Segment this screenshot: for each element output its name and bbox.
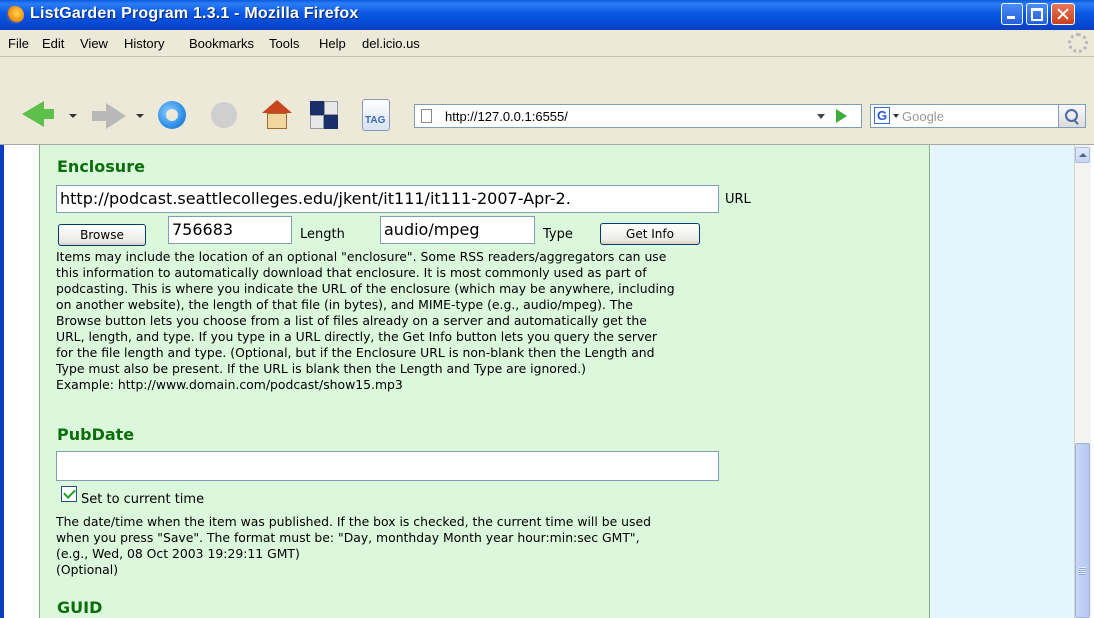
url-dropdown-icon[interactable] [817, 114, 825, 119]
navigation-toolbar [0, 57, 1094, 145]
back-arrow-tail[interactable] [40, 109, 54, 119]
length-field[interactable]: 756683 [168, 216, 292, 244]
search-engine-icon[interactable]: G [874, 107, 890, 124]
stop-icon [211, 102, 237, 128]
window-left-border [0, 145, 4, 618]
close-button[interactable] [1051, 3, 1075, 25]
pubdate-field[interactable] [56, 451, 719, 481]
enclosure-url-field[interactable]: http://podcast.seattlecolleges.edu/jkent… [56, 185, 719, 213]
maximize-button[interactable] [1026, 3, 1048, 25]
home-icon[interactable] [262, 100, 292, 130]
search-bar[interactable]: G Google [870, 104, 1086, 128]
go-arrow-icon[interactable] [836, 109, 847, 123]
menu-delicious[interactable]: del.icio.us [362, 36, 420, 51]
guid-heading: GUID [57, 598, 103, 617]
set-current-time-checkbox[interactable] [61, 486, 77, 502]
forward-arrow-tail [92, 111, 106, 121]
enclosure-heading: Enclosure [57, 157, 145, 176]
search-magnifier-icon[interactable] [1058, 104, 1086, 128]
url-bar[interactable]: http://127.0.0.1:6555/ [414, 104, 862, 128]
menu-bar: File Edit View History Bookmarks Tools H… [0, 30, 1094, 57]
url-text[interactable]: http://127.0.0.1:6555/ [445, 109, 568, 124]
get-info-button[interactable]: Get Info [600, 223, 700, 245]
firefox-icon [6, 6, 24, 24]
bookmark-manager-icon[interactable] [310, 101, 338, 129]
window-title-bar[interactable]: ListGarden Program 1.3.1 - Mozilla Firef… [0, 0, 1094, 30]
tag-icon[interactable]: TAG [362, 99, 390, 131]
scroll-grip-icon [1079, 567, 1086, 575]
menu-bookmarks[interactable]: Bookmarks [189, 36, 254, 51]
throbber-icon [1068, 33, 1088, 53]
length-label: Length [300, 227, 345, 242]
pubdate-help-text: The date/time when the item was publishe… [56, 514, 651, 577]
scroll-thumb[interactable] [1075, 443, 1090, 618]
type-label: Type [543, 227, 573, 242]
url-label: URL [725, 192, 751, 207]
menu-edit[interactable]: Edit [42, 36, 64, 51]
scroll-up-icon[interactable] [1075, 147, 1090, 163]
pubdate-heading: PubDate [57, 425, 135, 444]
back-dropdown-icon[interactable] [69, 114, 77, 118]
page-icon [421, 109, 432, 123]
menu-tools[interactable]: Tools [269, 36, 299, 51]
tag-label: TAG [365, 115, 386, 126]
menu-file[interactable]: File [8, 36, 29, 51]
right-side-panel [931, 145, 1074, 618]
type-field[interactable]: audio/mpeg [380, 216, 535, 244]
window-title: ListGarden Program 1.3.1 - Mozilla Firef… [30, 5, 359, 22]
enclosure-help-text: Items may include the location of an opt… [56, 249, 675, 392]
menu-history[interactable]: History [124, 36, 164, 51]
menu-view[interactable]: View [80, 36, 108, 51]
search-engine-dropdown-icon[interactable] [893, 114, 899, 118]
set-current-time-label[interactable]: Set to current time [81, 492, 204, 507]
browse-button[interactable]: Browse [58, 224, 146, 246]
forward-arrow-icon [106, 103, 126, 129]
reload-icon[interactable] [158, 101, 186, 129]
menu-help[interactable]: Help [319, 36, 346, 51]
search-placeholder[interactable]: Google [902, 109, 944, 124]
minimize-button[interactable] [1001, 3, 1023, 25]
forward-dropdown-icon[interactable] [136, 114, 144, 118]
